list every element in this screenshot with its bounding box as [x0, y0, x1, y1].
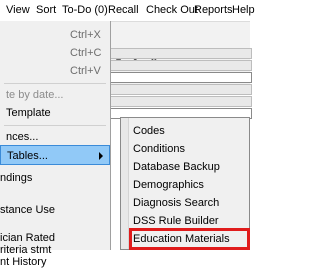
menu-item-preferences[interactable]: nces... [0, 127, 110, 147]
shortcut-cut: Ctrl+X [70, 29, 101, 41]
chevron-right-icon [99, 152, 103, 160]
menu-recall[interactable]: Recall [108, 4, 139, 16]
shortcut-paste: Ctrl+V [70, 65, 101, 77]
menu-help[interactable]: Help [232, 4, 255, 16]
menu-view[interactable]: View [6, 4, 30, 16]
menu-item-paste[interactable]: Ctrl+V [0, 61, 110, 81]
view-menu-dropdown: Ctrl+X Ctrl+C Ctrl+V te by date... Templ… [0, 21, 111, 268]
field-bar-1[interactable] [108, 48, 252, 59]
submenu-item-demographics[interactable]: Demographics [131, 176, 248, 194]
menu-item-tables[interactable]: Tables... [0, 145, 110, 165]
submenu-item-education-materials[interactable]: Education Materials [129, 228, 250, 250]
field-bar-5[interactable] [108, 96, 252, 107]
menu-todo[interactable]: To-Do (0) [62, 4, 108, 16]
shortcut-copy: Ctrl+C [70, 47, 102, 59]
menu-item-cut[interactable]: Ctrl+X [0, 25, 110, 45]
menu-item-copy[interactable]: Ctrl+C [0, 43, 110, 63]
field-bar-4[interactable] [108, 84, 252, 95]
menu-sort[interactable]: Sort [36, 4, 56, 16]
list-item: ndings [0, 172, 33, 184]
list-item: stance Use [0, 204, 56, 216]
field-bar-2[interactable] [108, 60, 252, 71]
list-item: nt History [0, 256, 47, 268]
menu-bar: View Sort To-Do (0) Recall Check Out Rep… [0, 0, 255, 22]
list-item: ician Rated [0, 232, 56, 244]
submenu-item-database-backup[interactable]: Database Backup [131, 158, 248, 176]
submenu-item-codes[interactable]: Codes [131, 122, 248, 140]
menu-separator [4, 125, 106, 126]
list-item: riteria stmt [0, 244, 52, 256]
menu-reports[interactable]: Reports [194, 4, 233, 16]
submenu-item-conditions[interactable]: Conditions [131, 140, 248, 158]
tables-submenu: Codes Conditions Database Backup Demogra… [120, 117, 250, 250]
menu-item-by-date[interactable]: te by date... [0, 85, 110, 105]
menu-gutter [121, 118, 129, 249]
menu-separator [4, 83, 106, 84]
submenu-item-diagnosis-search[interactable]: Diagnosis Search [131, 194, 248, 212]
menu-item-template[interactable]: Template [0, 103, 110, 123]
menu-checkout[interactable]: Check Out [146, 4, 198, 16]
field-bar-3[interactable] [108, 72, 252, 83]
